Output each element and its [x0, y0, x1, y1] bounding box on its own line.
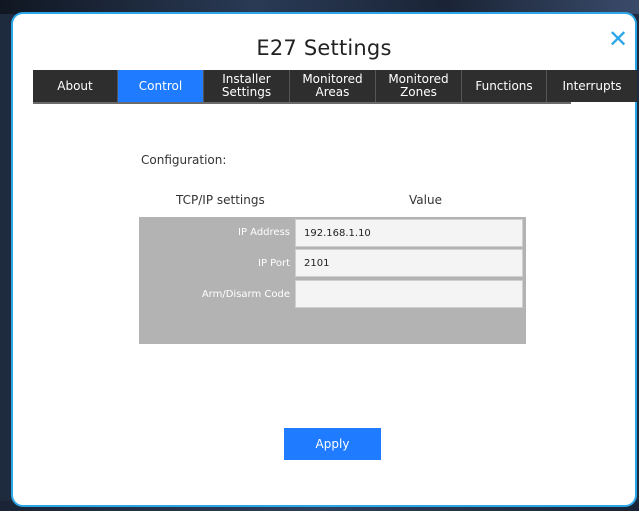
ip-port-label: IP Port [258, 258, 290, 269]
tab-monitored-zones[interactable]: Monitored Zones [376, 70, 462, 102]
column-header-value: Value [409, 193, 442, 207]
tab-installer-settings[interactable]: Installer Settings [204, 70, 290, 102]
tab-divider [33, 102, 571, 104]
dialog-title: E27 Settings [256, 36, 392, 60]
ip-address-field[interactable] [295, 219, 523, 247]
close-icon[interactable]: ✕ [607, 27, 629, 51]
ip-address-label: IP Address [238, 227, 290, 238]
column-header-tcpip: TCP/IP settings [176, 193, 265, 207]
settings-dialog: E27 Settings ✕ About Control Installer S… [11, 12, 637, 507]
tab-interrupts[interactable]: Interrupts [547, 70, 637, 102]
arm-disarm-code-field[interactable] [295, 280, 523, 308]
tab-control[interactable]: Control [118, 70, 204, 102]
settings-table: IP Address IP Port Arm/Disarm Code [139, 217, 526, 344]
apply-button[interactable]: Apply [284, 428, 381, 460]
arm-disarm-code-label: Arm/Disarm Code [201, 289, 290, 300]
tab-functions[interactable]: Functions [462, 70, 547, 102]
ip-port-field[interactable] [295, 249, 523, 277]
tab-about[interactable]: About [33, 70, 118, 102]
tab-monitored-areas[interactable]: Monitored Areas [290, 70, 376, 102]
tab-bar: About Control Installer Settings Monitor… [33, 70, 637, 102]
configuration-label: Configuration: [141, 153, 227, 167]
